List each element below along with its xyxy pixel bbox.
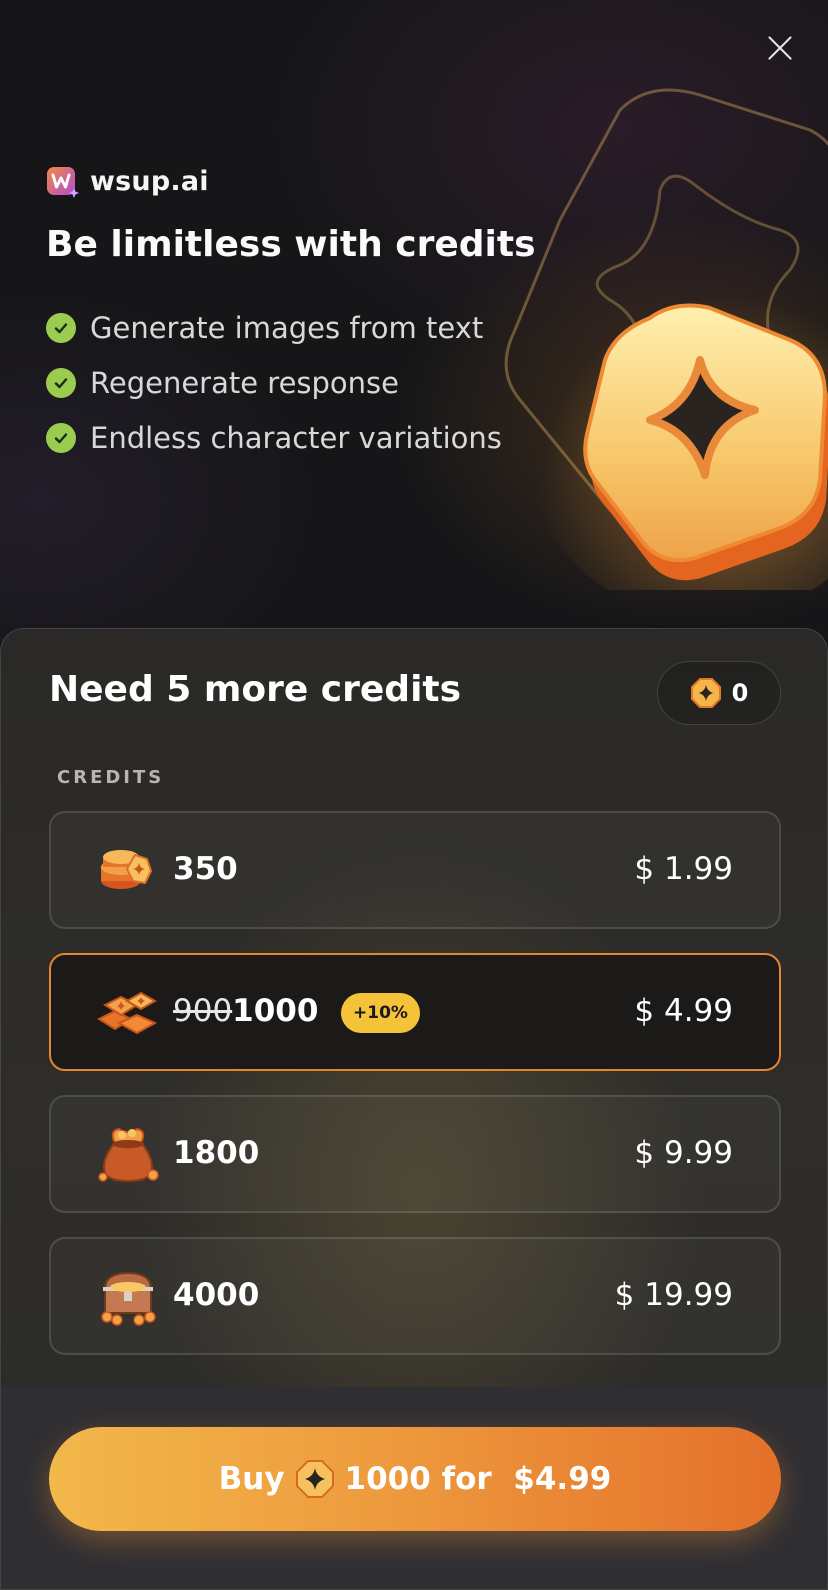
package-price: $ 1.99	[634, 851, 733, 887]
package-amount: 4000	[173, 1277, 259, 1313]
bonus-badge: +10%	[341, 993, 420, 1033]
feature-item: Generate images from text	[46, 300, 502, 355]
coin-bag-icon	[98, 1127, 159, 1183]
feature-list: Generate images from text Regenerate res…	[46, 300, 502, 465]
brand-name: wsup.ai	[90, 165, 209, 197]
check-circle-icon	[46, 422, 76, 453]
treasure-chest-icon	[101, 1271, 156, 1326]
feature-text: Generate images from text	[90, 310, 484, 345]
package-new-amount: 350	[173, 851, 238, 887]
feature-text: Endless character variations	[90, 420, 502, 455]
package-option[interactable]: 350 $ 1.99	[49, 811, 781, 929]
hero-title: Be limitless with credits	[46, 224, 536, 265]
balance-value: 0	[731, 679, 749, 707]
section-label: CREDITS	[57, 767, 165, 788]
credit-balance: 0	[657, 661, 781, 725]
feature-item: Regenerate response	[46, 355, 502, 410]
package-option-selected[interactable]: 900 1000 +10% $ 4.99	[49, 953, 781, 1071]
credit-coin-icon	[690, 678, 721, 708]
credit-coin-icon	[295, 1460, 334, 1498]
package-new-amount: 1800	[173, 1135, 260, 1171]
brand: wsup.ai	[46, 164, 209, 198]
package-price: $ 19.99	[614, 1277, 733, 1313]
coin-stack-icon	[101, 850, 153, 889]
hero-section: wsup.ai Be limitless with credits Genera…	[0, 0, 828, 660]
package-option[interactable]: 4000 $ 19.99	[49, 1237, 781, 1355]
package-amount: 1800	[173, 1135, 259, 1171]
buy-prefix: Buy	[218, 1461, 285, 1497]
check-circle-icon	[46, 367, 76, 398]
package-amount: 350	[173, 851, 238, 887]
feature-text: Regenerate response	[90, 365, 400, 400]
package-amount: 900 1000	[173, 993, 318, 1029]
purchase-sheet: Need 5 more credits 0 CREDITS 350 $ 1.99	[0, 628, 828, 1590]
buy-suffix: 1000 for $4.99	[344, 1461, 612, 1497]
package-old-amount: 900	[173, 993, 233, 1029]
package-new-amount: 4000	[173, 1277, 260, 1313]
w-logo-icon	[47, 167, 79, 198]
credit-coin-illustration	[504, 88, 828, 590]
footer-bar: Buy 1000 for $4.99	[1, 1387, 827, 1589]
close-icon[interactable]	[762, 30, 798, 66]
coin-pile-icon	[96, 991, 158, 1035]
package-new-amount: 1000	[232, 993, 319, 1029]
package-price: $ 4.99	[634, 993, 733, 1029]
check-circle-icon	[46, 312, 76, 343]
sheet-title: Need 5 more credits	[49, 669, 462, 710]
package-price: $ 9.99	[634, 1135, 733, 1171]
feature-item: Endless character variations	[46, 410, 502, 465]
package-option[interactable]: 1800 $ 9.99	[49, 1095, 781, 1213]
buy-button[interactable]: Buy 1000 for $4.99	[49, 1427, 781, 1531]
